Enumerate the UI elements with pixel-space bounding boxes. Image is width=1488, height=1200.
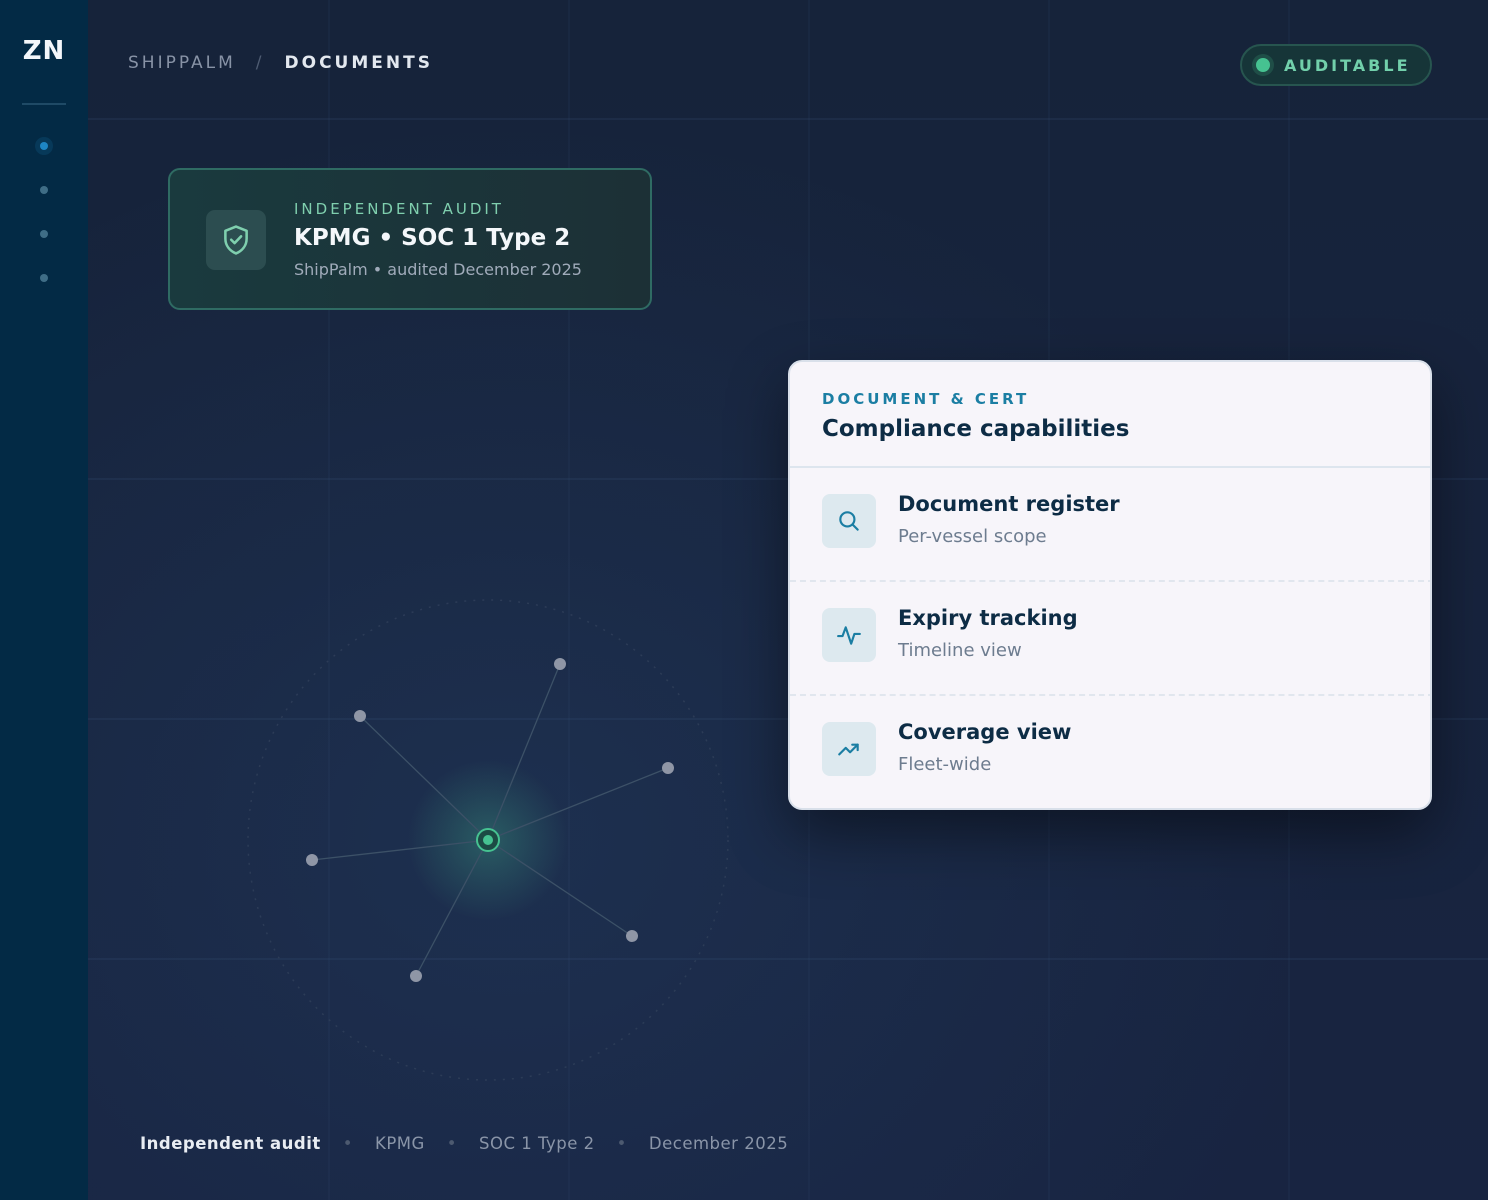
footer-separator: • xyxy=(342,1134,353,1153)
activity-icon xyxy=(822,608,876,662)
trending-up-icon xyxy=(822,722,876,776)
search-icon xyxy=(822,494,876,548)
node xyxy=(410,970,422,982)
sidebar-nav-item-1[interactable] xyxy=(40,142,48,150)
capability-row-expiry-tracking[interactable]: Expiry tracking Timeline view xyxy=(790,582,1430,696)
capability-name: Expiry tracking xyxy=(898,606,1078,630)
sidebar-nav-item-4[interactable] xyxy=(40,274,48,282)
footer-separator: • xyxy=(446,1134,458,1153)
sidebar-nav-item-2[interactable] xyxy=(40,186,48,194)
footer-item: KPMG xyxy=(375,1134,425,1153)
capability-row-coverage-view[interactable]: Coverage view Fleet-wide xyxy=(790,696,1430,808)
node xyxy=(354,710,366,722)
capability-row-document-register[interactable]: Document register Per-vessel scope xyxy=(790,468,1430,582)
footer-item: SOC 1 Type 2 xyxy=(479,1134,595,1153)
logo[interactable]: ZN xyxy=(0,36,88,66)
capabilities-kicker: DOCUMENT & CERT xyxy=(822,390,1030,408)
node xyxy=(306,854,318,866)
capability-desc: Per-vessel scope xyxy=(898,526,1047,547)
footer-meta: Independent audit • KPMG • SOC 1 Type 2 … xyxy=(140,1134,788,1153)
footer-item: Independent audit xyxy=(140,1134,321,1153)
sidebar: ZN xyxy=(0,0,88,1200)
node xyxy=(626,930,638,942)
node xyxy=(554,658,566,670)
capability-desc: Timeline view xyxy=(898,640,1022,661)
capability-name: Document register xyxy=(898,492,1120,516)
capability-desc: Fleet-wide xyxy=(898,754,992,775)
capabilities-title: Compliance capabilities xyxy=(822,416,1130,442)
node xyxy=(662,762,674,774)
hub-node-core xyxy=(483,835,493,845)
main-area: SHIPPALM / DOCUMENTS AUDITABLE INDEPENDENT… xyxy=(88,0,1488,1200)
capabilities-card: DOCUMENT & CERT Compliance capabilities … xyxy=(788,360,1432,810)
sidebar-nav-item-3[interactable] xyxy=(40,230,48,238)
footer-separator: • xyxy=(616,1134,627,1153)
footer-item: December 2025 xyxy=(648,1134,789,1153)
sidebar-divider xyxy=(22,103,66,105)
capability-name: Coverage view xyxy=(898,720,1072,744)
